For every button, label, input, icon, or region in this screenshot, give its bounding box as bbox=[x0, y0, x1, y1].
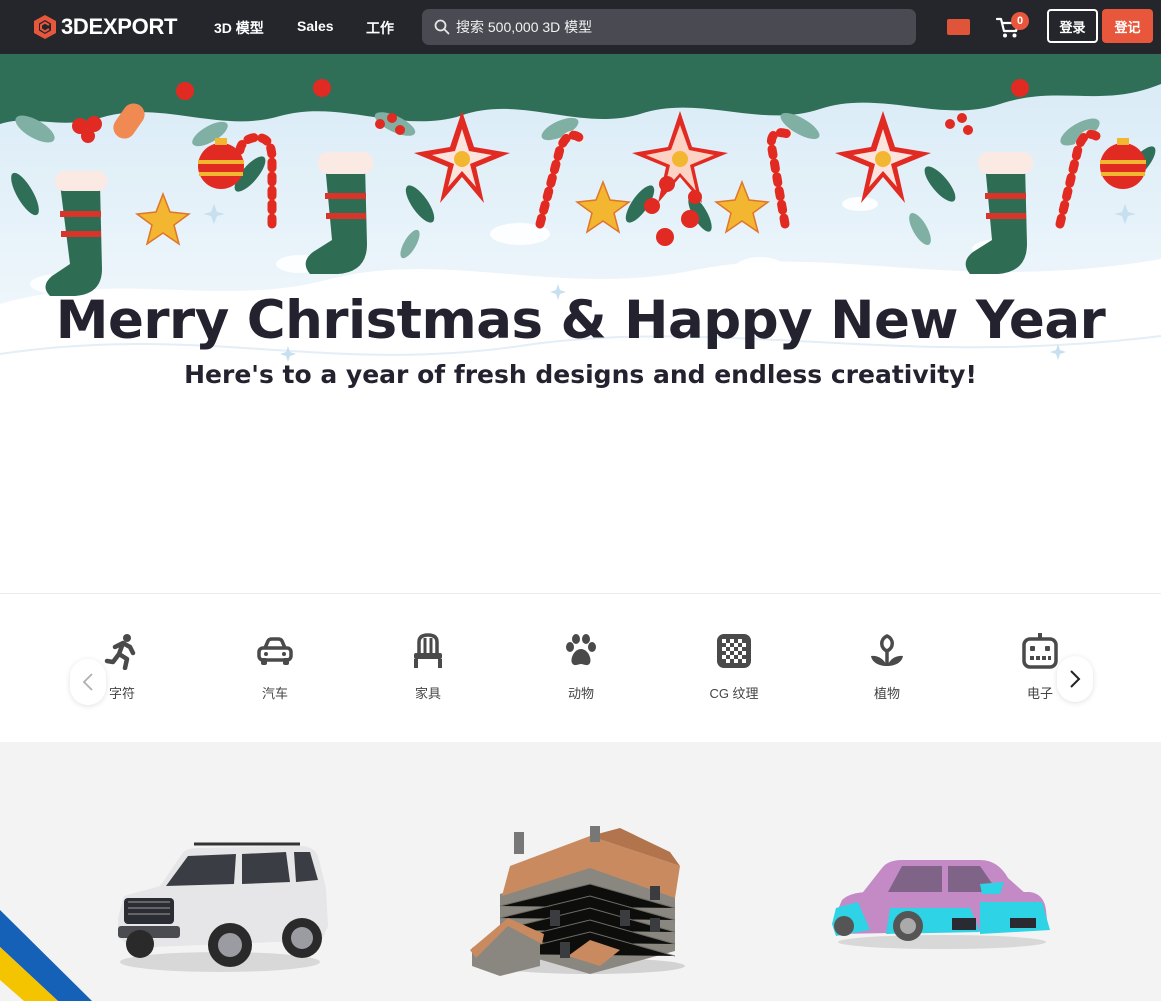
carousel-next-button[interactable] bbox=[1057, 656, 1093, 702]
category-label: 家具 bbox=[414, 686, 441, 701]
logo-cube-icon bbox=[34, 15, 56, 39]
category-label: 汽车 bbox=[261, 686, 288, 701]
car-icon bbox=[257, 637, 293, 665]
chair-icon bbox=[414, 633, 442, 668]
nav-3d-models[interactable]: 3D 模型 bbox=[214, 18, 264, 38]
category-label: CG 纹理 bbox=[709, 686, 759, 701]
cart-count-badge: 0 bbox=[1011, 12, 1029, 30]
carousel-prev-button[interactable] bbox=[70, 659, 106, 705]
category-plants[interactable]: 植物 bbox=[832, 632, 942, 702]
category-carousel: 字符 汽车 家具 动物 CG 纹理 植物 电子 bbox=[0, 593, 1161, 742]
china-flag-icon[interactable] bbox=[947, 19, 970, 35]
chevron-left-icon bbox=[82, 673, 93, 691]
nav-sales[interactable]: Sales bbox=[297, 18, 334, 34]
banner-title: Merry Christmas & Happy New Year bbox=[55, 290, 1106, 351]
paw-icon bbox=[566, 634, 596, 666]
site-logo[interactable]: 3DEXPORT bbox=[34, 13, 177, 41]
login-button[interactable]: 登录 bbox=[1047, 9, 1098, 43]
plant-icon bbox=[871, 634, 903, 666]
search-bar[interactable] bbox=[422, 9, 916, 45]
banner-subtitle: Here's to a year of fresh designs and en… bbox=[184, 360, 977, 389]
category-animals[interactable]: 动物 bbox=[526, 632, 636, 702]
featured-models bbox=[0, 742, 1161, 1001]
robot-icon bbox=[1022, 633, 1058, 669]
category-furniture[interactable]: 家具 bbox=[373, 632, 483, 702]
category-cars[interactable]: 汽车 bbox=[220, 632, 330, 702]
stone-house-model[interactable] bbox=[470, 826, 692, 976]
logo-text: 3DEXPORT bbox=[61, 14, 178, 39]
search-input[interactable] bbox=[456, 19, 896, 35]
chevron-right-icon bbox=[1070, 670, 1081, 688]
signup-button[interactable]: 登记 bbox=[1102, 9, 1153, 43]
search-icon bbox=[434, 19, 450, 35]
category-cg-textures[interactable]: CG 纹理 bbox=[679, 632, 789, 702]
category-label: 植物 bbox=[873, 686, 900, 701]
running-person-icon bbox=[104, 634, 136, 670]
sports-car-model[interactable] bbox=[830, 856, 1052, 954]
holiday-banner[interactable]: Merry Christmas & Happy New Year Here's … bbox=[0, 54, 1161, 594]
top-navbar: 3DEXPORT 3D 模型 Sales 工作 0 登录 登记 bbox=[0, 0, 1161, 54]
nav-jobs[interactable]: 工作 bbox=[366, 18, 394, 38]
category-label: 动物 bbox=[567, 686, 594, 701]
suv-car-model[interactable] bbox=[110, 840, 332, 975]
checker-texture-icon bbox=[717, 634, 751, 668]
